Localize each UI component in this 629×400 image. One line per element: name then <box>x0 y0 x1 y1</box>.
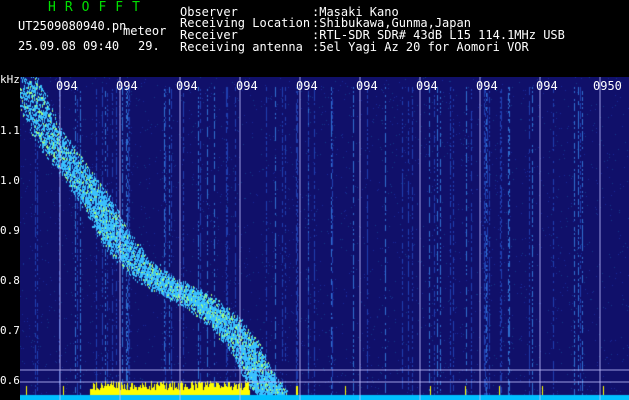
x-tick-label: 094 <box>176 79 198 93</box>
y-tick-label: 0.8 <box>0 274 20 287</box>
app-title: HROFFT <box>48 0 149 15</box>
y-tick-label: 0.9 <box>0 224 20 237</box>
x-tick-label: 094 <box>296 79 318 93</box>
spectrogram-grid <box>20 77 629 400</box>
spectrogram-plot <box>20 77 629 400</box>
x-tick-label: 094 <box>536 79 558 93</box>
frame-counter: 29. <box>138 39 160 53</box>
x-tick-label: 0950 <box>593 79 622 93</box>
date-time: 25.09.08 09:40 <box>18 39 120 53</box>
y-tick-label: 1.1 <box>0 124 20 137</box>
x-tick-label: 094 <box>116 79 138 93</box>
file-name: UT2509080940.pn <box>18 19 127 33</box>
x-tick-label: 094 <box>236 79 258 93</box>
x-tick-label: 094 <box>476 79 498 93</box>
antenna-label: Receiving antenna <box>180 40 303 54</box>
y-tick-label: 1.0 <box>0 174 20 187</box>
x-tick-label: 094 <box>56 79 78 93</box>
x-tick-label: 094 <box>356 79 378 93</box>
hrofft-window: HROFFT UT2509080940.pn meteor 25.09.08 0… <box>0 0 629 400</box>
antenna-value: :5el Yagi Az 20 for Aomori VOR <box>312 40 529 54</box>
y-tick-label: 0.7 <box>0 324 20 337</box>
file-tag: meteor <box>123 24 167 38</box>
y-axis-unit: kHz <box>0 73 20 86</box>
y-tick-label: 0.6 <box>0 374 20 387</box>
x-tick-label: 094 <box>416 79 438 93</box>
